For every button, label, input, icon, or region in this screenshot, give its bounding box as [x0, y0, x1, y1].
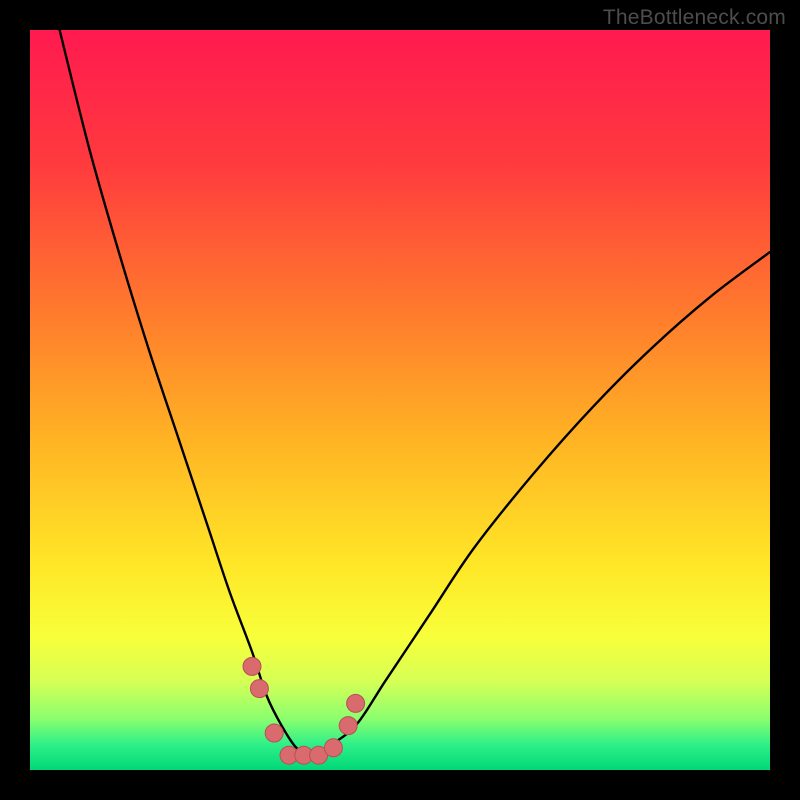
marker-point [243, 657, 261, 675]
marker-point [250, 680, 268, 698]
marker-point [347, 694, 365, 712]
plot-area [30, 30, 770, 770]
marker-point [339, 717, 357, 735]
bottleneck-curve [60, 30, 770, 755]
curve-layer [30, 30, 770, 770]
chart-frame: TheBottleneck.com [0, 0, 800, 800]
marker-group [243, 657, 365, 764]
watermark-text: TheBottleneck.com [603, 6, 786, 30]
marker-point [265, 724, 283, 742]
marker-point [324, 739, 342, 757]
